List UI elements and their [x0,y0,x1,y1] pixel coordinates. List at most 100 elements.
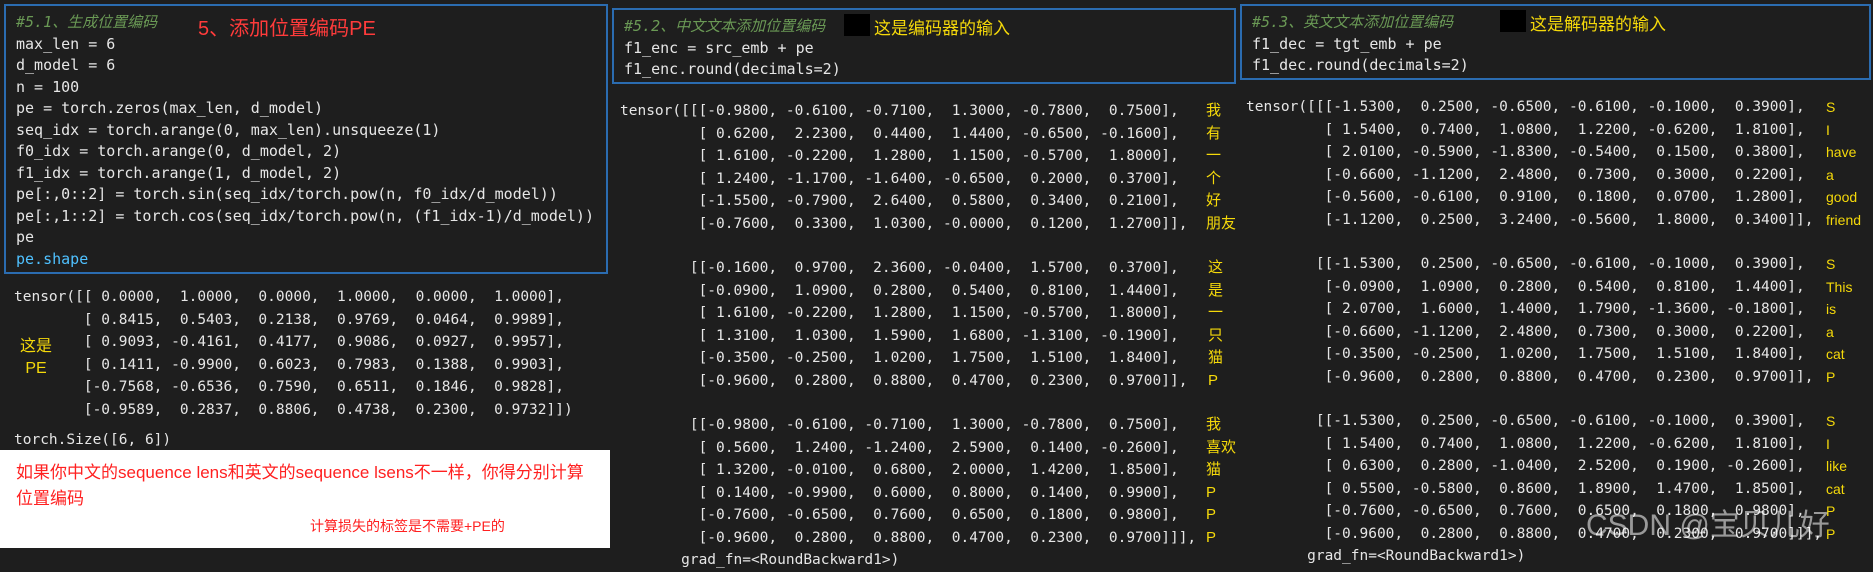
pe-label-line: 这是 [20,338,53,355]
output-line: [-0.9600, 0.2800, 0.8800, 0.4700, 0.2300… [620,529,1197,546]
note-text: 如果你中文的sequence lens和英文的sequence lsens不一样… [16,463,584,508]
output-line: tensor([[[-0.9800, -0.6100, -0.7100, 1.3… [620,103,1179,119]
output-line: [-0.9600, 0.2800, 0.8800, 0.4700, 0.2300… [620,372,1188,389]
output-line: [ 1.3100, 1.0300, 1.5900, 1.6800, -1.310… [620,327,1179,344]
output-line: [-0.7600, 0.3300, 1.0300, -0.0000, 0.120… [620,215,1188,232]
note-text-2: 计算损失的标签是不需要+PE的 [310,518,505,534]
token-label: 有 [1206,124,1222,142]
output-line: [-1.1200, 0.2500, 3.2400, -0.5600, 1.800… [1246,211,1814,228]
output-line: [-0.6600, -1.1200, 2.4800, 0.7300, 0.300… [1246,166,1805,183]
output-line: [-0.0900, 1.0900, 0.2800, 0.5400, 0.8100… [620,282,1179,299]
output-area: tensor([[[-0.9800, -0.6100, -0.7100, 1.3… [620,100,1196,572]
output-line: [ 1.3200, -0.0100, 0.6800, 2.0000, 1.420… [620,462,1179,478]
token-label: friend [1826,211,1862,228]
token-label: cat [1826,480,1845,497]
output-line: [ 0.8415, 0.5403, 0.2138, 0.9769, 0.0464… [14,311,564,328]
output-line: [-0.6600, -1.1200, 2.4800, 0.7300, 0.300… [1246,323,1805,340]
left-panel: #5.1、生成位置编码 max_len = 6 d_model = 6 n = … [0,0,610,548]
code-line: pe[:,1::2] = torch.cos(seq_idx/torch.pow… [16,206,594,225]
output-line: [ 2.0700, 1.6000, 1.4000, 1.7900, -1.360… [1246,301,1805,317]
token-label: 我 [1206,102,1222,119]
output-grad: grad_fn=<RoundBackward1>) [1246,548,1526,564]
output-line: tensor([[[-1.5300, 0.2500, -0.6500, -0.6… [1246,99,1805,115]
output-line: [-0.9600, 0.2800, 0.8800, 0.4700, 0.2300… [1246,368,1814,385]
code-line: f1_enc = src_emb + pe [624,38,814,57]
token-label: good [1826,189,1858,205]
token-label: 一 [1208,304,1224,321]
output-line: [-1.5500, -0.7900, 2.6400, 0.5800, 0.340… [620,193,1179,209]
output-line: [-0.3500, -0.2500, 1.0200, 1.7500, 1.510… [620,350,1179,366]
token-label: S [1826,256,1836,272]
redaction-box [844,14,870,36]
output-size: torch.Size([6, 6]) [14,432,172,448]
output-line: [-0.7568, -0.6536, 0.7590, 0.6511, 0.184… [14,379,564,395]
code-line: f0_idx = torch.arange(0, d_model, 2) [16,142,342,160]
code-line: pe.shape [16,249,89,268]
code-line: pe[:,0::2] = torch.sin(seq_idx/torch.pow… [16,185,558,203]
token-label: This [1826,278,1853,295]
output-line: [-0.5600, -0.6100, 0.9100, 0.1800, 0.070… [1246,189,1805,205]
token-label: S [1826,413,1836,429]
output-line: [-0.0900, 1.0900, 0.2800, 0.5400, 0.8100… [1246,278,1805,295]
code-line: d_model = 6 [16,56,116,74]
middle-panel: #5.2、中文文本添加位置编码 f1_enc = src_emb + pe f1… [612,0,1237,568]
output-line: [ 1.5400, 0.7400, 1.0800, 1.2200, -0.620… [1246,121,1805,138]
output-line: [[-1.5300, 0.2500, -0.6500, -0.6100, -0.… [1246,413,1805,429]
output-area: tensor([[ 0.0000, 1.0000, 0.0000, 1.0000… [14,286,573,452]
output-line: [[-0.1600, 0.9700, 2.3600, -0.0400, 1.57… [620,260,1179,276]
token-column-1: S I have a good friend [1826,96,1861,231]
code-line: seq_idx = torch.arange(0, max_len).unsqu… [16,120,441,139]
output-line: [ 0.5500, -0.5800, 0.8600, 1.8900, 1.470… [1246,480,1805,497]
section-heading: 这是编码器的输入 [874,19,1010,38]
token-label: I [1826,121,1830,138]
token-label: P [1206,506,1217,523]
watermark: CSDN @宝贝儿好 [1586,509,1830,542]
token-label: P [1206,528,1217,546]
token-label: 猫 [1208,349,1224,366]
note-box: 如果你中文的sequence lens和英文的sequence lsens不一样… [0,450,610,548]
token-label: I [1826,435,1830,452]
code-line: pe = torch.zeros(max_len, d_model) [16,99,324,117]
output-area: tensor([[[-1.5300, 0.2500, -0.6500, -0.6… [1246,96,1822,568]
section-heading: 这是解码器的输入 [1530,15,1666,34]
output-line: [ 2.0100, -0.5900, -1.8300, -0.5400, 0.1… [1246,144,1805,160]
token-label: 个 [1206,169,1222,187]
output-line: [-0.3500, -0.2500, 1.0200, 1.7500, 1.510… [1246,346,1805,362]
token-label: 这 [1208,259,1224,276]
code-cell-5-1[interactable]: #5.1、生成位置编码 max_len = 6 d_model = 6 n = … [4,4,608,274]
output-line: [-0.9589, 0.2837, 0.8806, 0.4738, 0.2300… [14,401,573,418]
output-line: [ 1.6100, -0.2200, 1.2800, 1.1500, -0.57… [620,148,1179,164]
output-line: [ 0.1400, -0.9900, 0.6000, 0.8000, 0.140… [620,484,1179,501]
token-label: P [1206,483,1217,501]
code-line: n = 100 [16,77,80,96]
output-line: [-0.7600, -0.6500, 0.7600, 0.6500, 0.180… [620,507,1179,523]
token-column-2: 这 是 一 只 猫 P [1208,257,1223,392]
token-label: 猫 [1206,461,1222,478]
code-line: f1_idx = torch.arange(1, d_model, 2) [16,163,342,182]
output-line: [ 1.6100, -0.2200, 1.2800, 1.1500, -0.57… [620,305,1179,321]
section-heading: 5、添加位置编码PE [198,18,376,40]
token-label: 一 [1206,147,1222,164]
token-column-2: S This is a cat P [1826,253,1852,388]
token-label: 好 [1206,192,1222,209]
output-line: tensor([[ 0.0000, 1.0000, 0.0000, 1.0000… [14,289,564,305]
output-grad: grad_fn=<RoundBackward1>) [620,552,900,568]
code-line: f1_dec.round(decimals=2) [1252,56,1469,74]
token-label: 朋友 [1206,214,1237,232]
code-line: f1_dec = tgt_emb + pe [1252,34,1442,53]
token-label: 只 [1208,326,1224,344]
output-line: [ 1.2400, -1.1700, -1.6400, -0.6500, 0.2… [620,170,1179,187]
token-label: like [1826,458,1848,474]
code-line: pe [16,228,35,246]
token-label: 是 [1208,281,1224,299]
output-line: [ 0.1411, -0.9900, 0.6023, 0.7983, 0.138… [14,356,564,373]
output-line: [ 0.5600, 1.2400, -1.2400, 2.5900, 0.140… [620,439,1179,456]
right-panel: #5.3、英文文本添加位置编码 f1_dec = tgt_emb + pe f1… [1238,0,1873,564]
token-label: cat [1826,346,1845,362]
token-label: have [1826,144,1857,160]
output-line: [ 0.6200, 2.2300, 0.4400, 1.4400, -0.650… [620,125,1179,142]
